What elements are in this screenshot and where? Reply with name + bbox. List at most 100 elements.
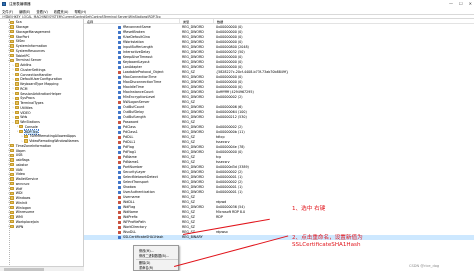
value-row[interactable]: WsxDLL REG_SZ rdpwsx	[84, 230, 474, 235]
value-row[interactable]: fUseDefaultGina REG_DWORD 0x00000000 (0)	[84, 35, 474, 40]
value-row[interactable]: WdFlag REG_DWORD 0x00000036 (54)	[84, 205, 474, 210]
value-row[interactable]: MaxInstanceCount REG_DWORD 0xffffffff (429…	[84, 90, 474, 95]
maximize-button[interactable]: ☐	[459, 1, 463, 6]
value-data: rdpwd	[216, 200, 227, 205]
value-name: PdClass1	[123, 130, 138, 135]
value-row[interactable]: InputBufferLength REG_DWORD 0x00000800 (20…	[84, 45, 474, 50]
column-header-type[interactable]: 类型	[180, 19, 214, 24]
tree-item-label: Storage	[15, 25, 29, 30]
folder-icon	[19, 125, 24, 129]
reg-binary-icon	[118, 60, 122, 64]
value-row[interactable]: LanAdapter REG_DWORD 0x00000000 (0)	[84, 65, 474, 70]
folder-icon	[14, 101, 19, 105]
value-row[interactable]: OutBufDelay REG_DWORD 0x00000064 (100)	[84, 110, 474, 115]
menu-edit[interactable]: 编辑(E)	[19, 9, 30, 14]
value-row[interactable]: PdFlag1 REG_DWORD 0x00000000 (0)	[84, 150, 474, 155]
reg-string-icon	[118, 195, 122, 199]
value-row[interactable]: KeepAliveTimeout REG_DWORD 0x00000000 (0)	[84, 55, 474, 60]
value-row[interactable]: OutBufLength REG_DWORD 0x00000212 (530)	[84, 115, 474, 120]
registry-tree[interactable]: › Sca › Storage › StorageManagement › StorPort ›…	[0, 19, 84, 267]
value-row[interactable]: PdClass REG_DWORD 0x00000002 (2)	[84, 125, 474, 130]
value-row[interactable]: UserAuthentication REG_DWORD 0x00000001 (1…	[84, 190, 474, 195]
value-row[interactable]: OutBufCount REG_DWORD 0x00000006 (6)	[84, 105, 474, 110]
minimize-button[interactable]: —	[449, 1, 453, 6]
tree-item-label: AddIns	[20, 63, 32, 68]
context-menu-delete[interactable]: 删除(D)	[139, 260, 150, 265]
value-data: 0x00000212 (530)	[216, 115, 247, 120]
value-row[interactable]: NWLogonServer REG_SZ	[84, 100, 474, 105]
value-type: REG_DWORD	[182, 85, 204, 90]
value-name: InputBufferLength	[123, 45, 153, 50]
menu-view[interactable]: 查看(V)	[36, 9, 47, 14]
value-row[interactable]: PdFlag REG_DWORD 0x0000004e (78)	[84, 145, 474, 150]
value-row[interactable]: Username REG_SZ	[84, 195, 474, 200]
value-row[interactable]: SelectTransport REG_DWORD 0x00000002 (2)	[84, 180, 474, 185]
reg-string-icon	[118, 70, 122, 74]
value-row[interactable]: MaxDisconnectionTime REG_DWORD 0x00000000 …	[84, 80, 474, 85]
value-row[interactable]: PortNumber REG_DWORD 0x00000d3d (3389)	[84, 165, 474, 170]
value-row[interactable]: SecurityLayer REG_DWORD 0x00000002 (2)	[84, 170, 474, 175]
value-row[interactable]: fReconnectSame REG_DWORD 0x00000000 (0)	[84, 25, 474, 30]
value-row[interactable]: MaxIdleTime REG_DWORD 0x00000000 (0)	[84, 85, 474, 90]
value-name: fReconnectSame	[123, 25, 151, 30]
tree-item-label: Utilities	[20, 105, 33, 110]
value-row[interactable]: WdName REG_SZ Microsoft RDP 8.0	[84, 210, 474, 215]
value-row[interactable]: PdDLL REG_SZ tdtcp	[84, 135, 474, 140]
folder-icon	[10, 201, 15, 205]
value-name: WdName	[123, 210, 139, 215]
value-row[interactable]: fWorkstation REG_DWORD 0x00000000 (0)	[84, 40, 474, 45]
value-row[interactable]: SelectNetworkDetect REG_DWORD 0x00000001 (…	[84, 175, 474, 180]
tree-item-label: Console	[24, 124, 38, 129]
value-row[interactable]: PdName1 REG_SZ tssecsrv	[84, 160, 474, 165]
menu-favorites[interactable]: 收藏夹(A)	[54, 9, 69, 14]
value-row[interactable]: PdDLL1 REG_SZ tssecsrv	[84, 140, 474, 145]
value-row[interactable]: PdClass1 REG_DWORD 0x0000000b (11)	[84, 130, 474, 135]
value-row[interactable]: LoadableProtocol_Object REG_SZ {5828227c-2…	[84, 70, 474, 75]
menu-help[interactable]: 帮助(H)	[74, 9, 86, 14]
context-menu-modify-binary[interactable]: 修改二进制数据(B)...	[139, 253, 169, 258]
reg-string-icon	[118, 120, 122, 124]
value-row[interactable]: WFProfilePath REG_SZ	[84, 220, 474, 225]
value-row[interactable]: WdDLL REG_SZ rdpwd	[84, 200, 474, 205]
value-type: REG_DWORD	[182, 40, 204, 45]
value-name: WdPrefix	[123, 215, 138, 220]
value-name: fUseDefaultGina	[123, 35, 150, 40]
value-data: 0x00000000 (0)	[216, 35, 243, 40]
context-menu-rename[interactable]: 重命名(R)	[139, 266, 153, 270]
tree-item-label: WMI	[15, 215, 23, 220]
reg-binary-icon	[118, 150, 122, 154]
value-data: 0x0000004e (78)	[216, 145, 245, 150]
value-data: rdpwsx	[216, 230, 228, 235]
value-row[interactable]: fResetBroken REG_DWORD 0x00000000 (0)	[84, 30, 474, 35]
value-row[interactable]: WdPrefix REG_SZ RDP	[84, 215, 474, 220]
value-name: LanAdapter	[123, 65, 143, 70]
menu-file[interactable]: 文件(F)	[2, 9, 13, 14]
value-row[interactable]: WorkDirectory REG_SZ	[84, 225, 474, 230]
tree-item-label: TerminalTypes	[20, 101, 44, 106]
values-list[interactable]: 名称 类型 数据 fReconnectSame REG_DWORD 0x000000…	[84, 19, 474, 271]
value-row[interactable]: MaxConnectionTime REG_DWORD 0x00000000 (0)	[84, 75, 474, 80]
value-type: REG_DWORD	[182, 55, 204, 60]
tree-item-label: Winresume	[15, 210, 35, 215]
tree-item-label: TimeZoneInformation	[15, 143, 52, 148]
column-header-data[interactable]: 数据	[214, 19, 474, 24]
value-type: REG_SZ	[182, 220, 195, 225]
value-row[interactable]: MinEncryptionLevel REG_DWORD 0x00000002 (2…	[84, 95, 474, 100]
reg-string-icon	[118, 215, 122, 219]
reg-binary-icon	[118, 170, 122, 174]
value-type: REG_DWORD	[182, 90, 204, 95]
value-type: REG_SZ	[182, 225, 195, 230]
value-row[interactable]: KeyboardLayout REG_DWORD 0x00000000 (0)	[84, 60, 474, 65]
close-button[interactable]: ✕	[469, 1, 472, 6]
value-row[interactable]: Shadow REG_DWORD 0x00000001 (1)	[84, 185, 474, 190]
value-row[interactable]: PdName REG_SZ tcp	[84, 155, 474, 160]
reg-binary-icon	[118, 130, 122, 134]
column-header-name[interactable]: 名称	[84, 19, 180, 24]
tree-item-label: WPN	[15, 224, 24, 229]
value-row[interactable]: Password REG_SZ	[84, 120, 474, 125]
value-row[interactable]: InteractiveDelay REG_DWORD 0x00000032 (50)	[84, 50, 474, 55]
tree-horizontal-scrollbar[interactable]	[0, 266, 84, 271]
value-name: MinEncryptionLevel	[123, 95, 156, 100]
folder-icon	[23, 139, 28, 143]
reg-binary-icon	[118, 40, 122, 44]
